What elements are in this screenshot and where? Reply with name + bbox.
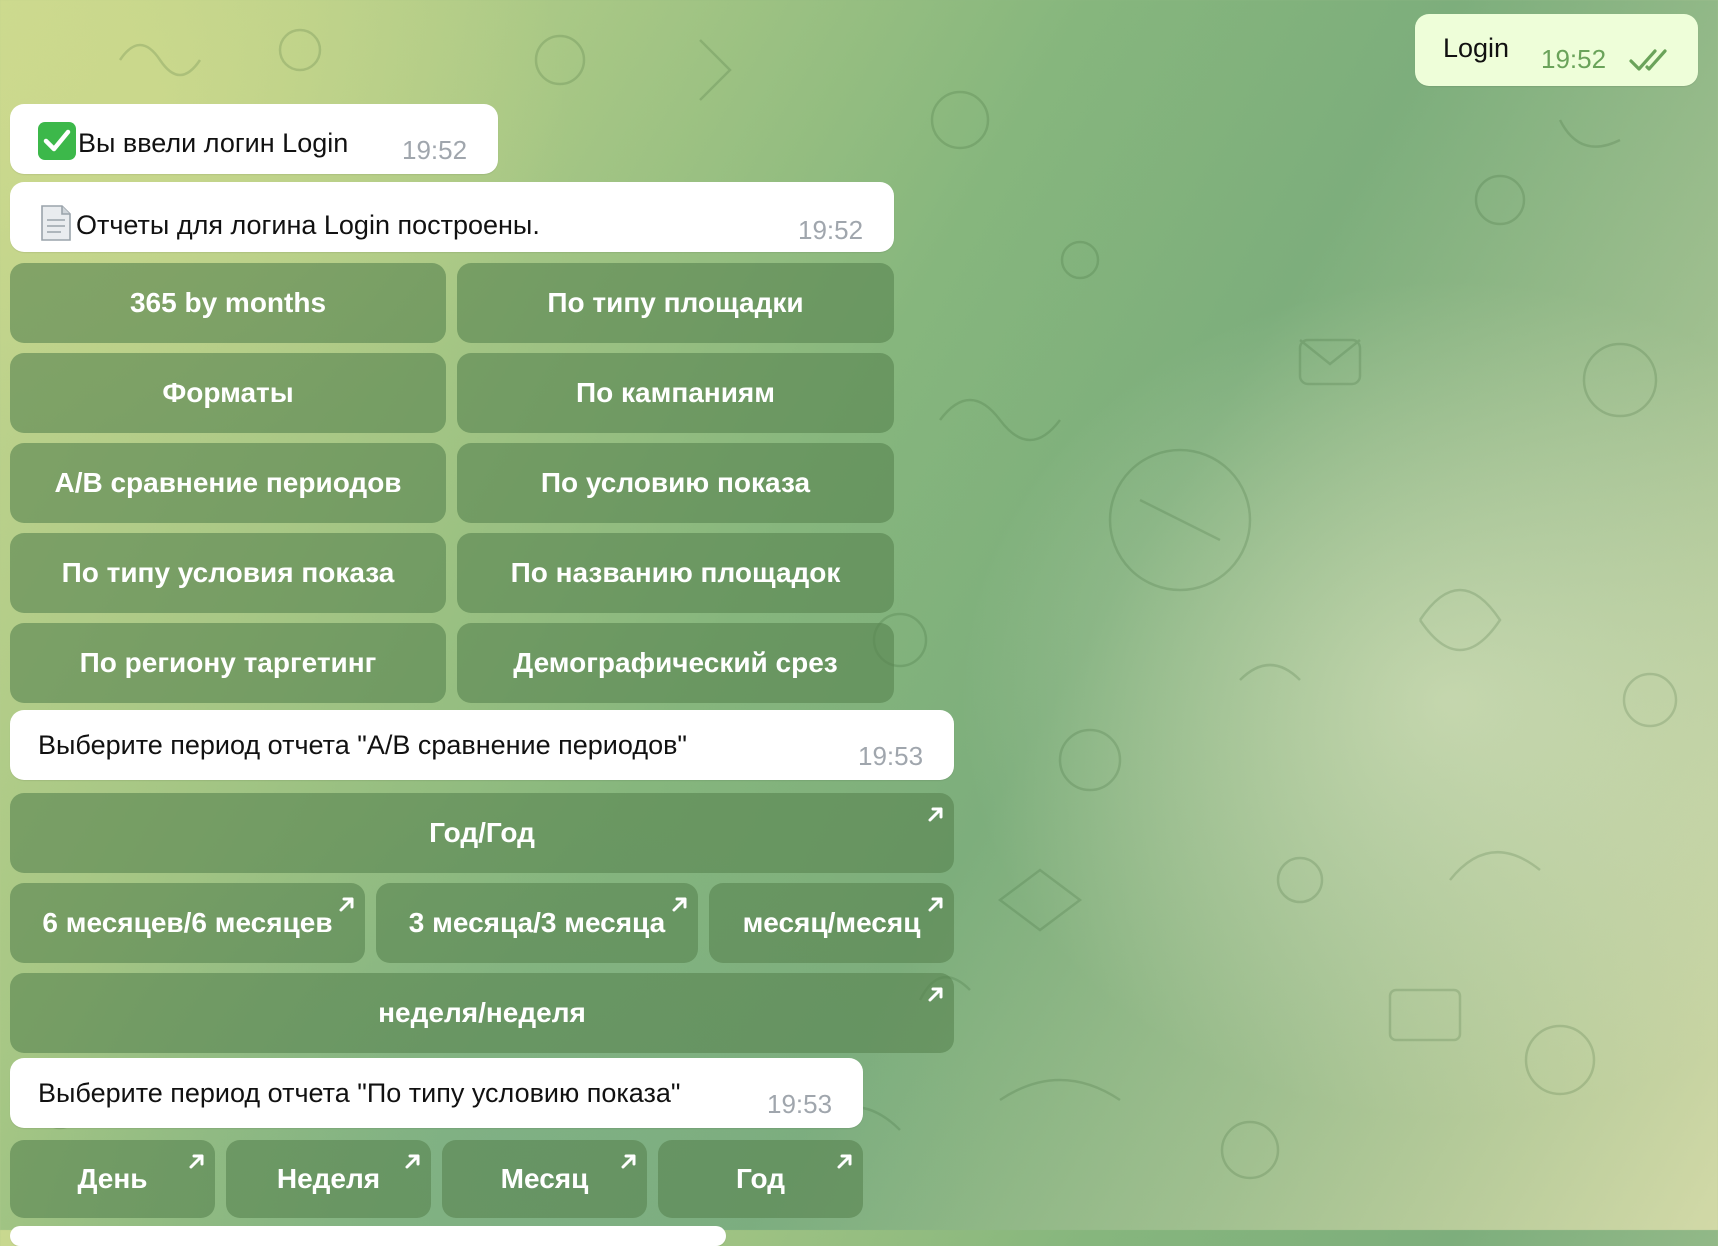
button-year-year[interactable]: Год/Год: [10, 793, 954, 873]
button-label: По названию площадок: [510, 557, 841, 588]
message-time: 19:53: [767, 1089, 833, 1119]
message-time: 19:53: [858, 741, 924, 771]
outgoing-message-login: Login 19:52: [1415, 14, 1698, 86]
button-label: По условию показа: [540, 467, 811, 498]
button-label: Год/Год: [429, 817, 535, 848]
message-text: Отчеты для логина Login построены.: [76, 210, 540, 240]
button-365-by-months[interactable]: 365 by months: [10, 263, 446, 343]
button-label: По региону таргетинг: [79, 647, 377, 678]
button-by-campaigns[interactable]: По кампаниям: [457, 353, 894, 433]
button-ab-comparison[interactable]: A/B сравнение периодов: [10, 443, 446, 523]
open-link-arrow-icon: [926, 799, 946, 822]
button-demographic[interactable]: Демографический срез: [457, 623, 894, 703]
message-text: Вы ввели логин Login: [78, 128, 349, 158]
button-by-placement-name[interactable]: По названию площадок: [457, 533, 894, 613]
button-month[interactable]: Месяц: [442, 1140, 647, 1218]
open-link-arrow-icon: [619, 1146, 639, 1169]
button-label: Месяц: [500, 1163, 589, 1194]
button-label: Форматы: [162, 377, 294, 408]
button-by-condition-type[interactable]: По типу условия показа: [10, 533, 446, 613]
button-year[interactable]: Год: [658, 1140, 863, 1218]
button-label: 6 месяцев/6 месяцев: [42, 907, 333, 938]
button-week[interactable]: Неделя: [226, 1140, 431, 1218]
button-formats[interactable]: Форматы: [10, 353, 446, 433]
message-time: 19:52: [1541, 44, 1607, 74]
message-text: Login: [1443, 33, 1510, 63]
button-label: 3 месяца/3 месяца: [408, 907, 666, 938]
button-label: 365 by months: [129, 287, 327, 318]
incoming-message-choose-ab-period: Выберите период отчета "A/B сравнение пе…: [10, 710, 954, 780]
button-by-display-condition[interactable]: По условию показа: [457, 443, 894, 523]
open-link-arrow-icon: [670, 889, 690, 912]
button-by-placement-type[interactable]: По типу площадки: [457, 263, 894, 343]
chat-area: Login 19:52 Вы ввели логин Login 19:52 О…: [0, 0, 1718, 1246]
button-by-targeting-region[interactable]: По региону таргетинг: [10, 623, 446, 703]
button-label: По типу площадки: [547, 287, 804, 318]
message-time: 19:52: [798, 215, 864, 245]
open-link-arrow-icon: [187, 1146, 207, 1169]
open-link-arrow-icon: [337, 889, 357, 912]
button-6months[interactable]: 6 месяцев/6 месяцев: [10, 883, 365, 963]
open-link-arrow-icon: [403, 1146, 423, 1169]
button-label: Неделя: [276, 1163, 381, 1194]
incoming-message-reports-built: Отчеты для логина Login построены. 19:52: [10, 182, 894, 252]
incoming-message-choose-condition-period: Выберите период отчета "По типу условию …: [10, 1058, 863, 1128]
message-text: Выберите период отчета "По типу условию …: [38, 1078, 681, 1108]
message-text: Выберите период отчета "A/B сравнение пе…: [38, 730, 688, 760]
button-label: Год: [736, 1163, 785, 1194]
button-day[interactable]: День: [10, 1140, 215, 1218]
button-label: По кампаниям: [576, 377, 775, 408]
button-month-month[interactable]: месяц/месяц: [709, 883, 954, 963]
incoming-message-partial: [10, 1226, 726, 1246]
button-3months[interactable]: 3 месяца/3 месяца: [376, 883, 698, 963]
message-time: 19:52: [402, 135, 468, 165]
button-label: Демографический срез: [513, 647, 838, 678]
open-link-arrow-icon: [926, 979, 946, 1002]
button-label: неделя/неделя: [378, 997, 586, 1028]
button-label: По типу условия показа: [61, 557, 395, 588]
open-link-arrow-icon: [926, 889, 946, 912]
document-icon: [38, 202, 74, 241]
open-link-arrow-icon: [835, 1146, 855, 1169]
button-week-week[interactable]: неделя/неделя: [10, 973, 954, 1053]
read-checkmarks-icon: [1629, 48, 1673, 79]
check-icon: [38, 122, 76, 160]
button-label: День: [77, 1163, 148, 1194]
button-label: A/B сравнение периодов: [54, 467, 402, 498]
incoming-message-login-entered: Вы ввели логин Login 19:52: [10, 104, 498, 174]
button-label: месяц/месяц: [742, 907, 921, 938]
